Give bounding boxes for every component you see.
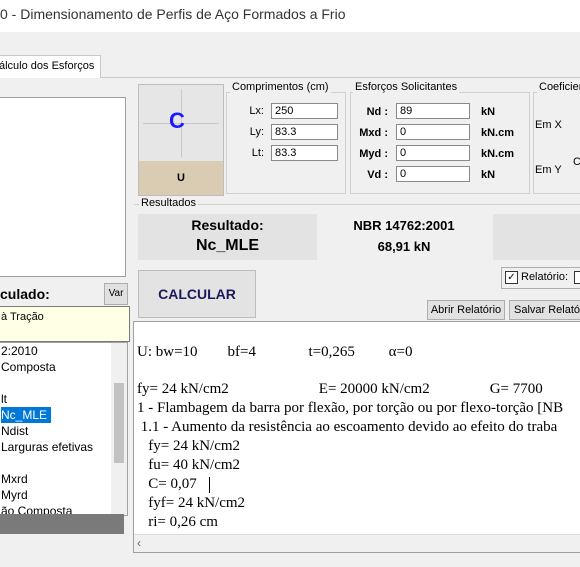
- report-hscrollbar[interactable]: ‹: [134, 534, 580, 552]
- norm-value: 68,91 kN: [377, 239, 431, 254]
- calcular-button[interactable]: CALCULAR: [138, 270, 256, 318]
- mxd-label: Mxd :: [359, 127, 388, 139]
- myd-input[interactable]: [396, 145, 470, 161]
- relatorio-checkbox[interactable]: ✓: [505, 271, 518, 284]
- list-item[interactable]: Larguras efetivas: [1, 439, 93, 455]
- report-line: fu= 40 kN/cm2: [137, 457, 241, 473]
- lengths-title: Comprimentos (cm): [230, 81, 331, 93]
- results-title: Resultados: [139, 197, 199, 209]
- mxd-unit: kN.cm: [481, 127, 515, 139]
- var-button[interactable]: Var: [104, 283, 128, 305]
- lt-label: Lt:: [251, 147, 264, 159]
- list-item[interactable]: 2:2010: [1, 343, 38, 359]
- relatorio-checkbox-2[interactable]: [574, 271, 580, 284]
- report-line: U: bw=10 bf=4 t=0,265 α=0: [137, 344, 413, 360]
- vd-unit: kN: [481, 169, 496, 181]
- report-line: 1 - Flambagem da barra por flexão, por t…: [137, 400, 564, 416]
- result-value: Nc_MLE: [195, 237, 260, 254]
- scroll-left-arrow-icon[interactable]: ‹: [137, 536, 141, 550]
- list-item-selected[interactable]: Nc_MLE: [1, 407, 52, 423]
- ly-input[interactable]: [271, 124, 338, 140]
- report-area[interactable]: U: bw=10 bf=4 t=0,265 α=0 fy= 24 kN/cm2 …: [133, 321, 580, 553]
- nd-input[interactable]: [396, 103, 470, 119]
- mxd-input[interactable]: [396, 124, 470, 140]
- lx-input[interactable]: [271, 103, 338, 119]
- report-line: fy= 24 kN/cm2 E= 20000 kN/cm2 G= 7700: [137, 381, 543, 397]
- nd-unit: kN: [481, 106, 496, 118]
- report-line: fyf= 24 kN/cm2: [137, 495, 246, 511]
- list-item[interactable]: Mxrd: [1, 471, 28, 487]
- coef-em-x: Em X: [535, 119, 562, 131]
- list-item[interactable]: Myrd: [1, 487, 28, 503]
- ly-label: Ly:: [249, 126, 264, 138]
- forces-title: Esforços Solicitantes: [353, 81, 460, 93]
- report-line: ri= 0,26 cm: [137, 514, 218, 530]
- profile-shape-icon: C: [169, 108, 185, 133]
- relatorio-checkbox-group: ✓ Relatório:: [501, 267, 580, 289]
- norm-label: NBR 14762:2001: [353, 218, 455, 233]
- window-title: 0 - Dimensionamento de Perfis de Aço For…: [0, 6, 346, 22]
- abrir-relatorio-button[interactable]: Abrir Relatório: [427, 300, 505, 320]
- left-bottom-bar: [0, 514, 124, 534]
- tracao-label: à Tração: [1, 311, 44, 323]
- profile-type-label: U: [139, 161, 223, 195]
- text-cursor: [209, 477, 210, 493]
- report-line: 1.1 - Aumento da resistência ao escoamen…: [137, 419, 558, 435]
- vd-label: Vd :: [367, 169, 388, 181]
- profile-canvas: C: [139, 85, 223, 161]
- result-label: Resultado:: [191, 217, 264, 233]
- coef-em-y: Em Y: [535, 164, 562, 176]
- list-item[interactable]: Ndist: [1, 423, 28, 439]
- result-box: Resultado: Nc_MLE: [138, 214, 317, 260]
- calc-header-label: culado:: [0, 286, 50, 302]
- list-item[interactable]: lt: [1, 391, 7, 407]
- report-line: fy= 24 kN/cm2: [137, 438, 241, 454]
- relatorio-label: Relatório:: [521, 271, 569, 283]
- list-item[interactable]: Composta: [1, 359, 56, 375]
- left-list[interactable]: 2:2010 Composta lt Nc_MLE Ndist Larguras…: [0, 342, 128, 516]
- lt-input[interactable]: [271, 145, 338, 161]
- extra-result-box: [493, 214, 580, 260]
- list-scrollbar[interactable]: [111, 343, 127, 515]
- profile-preview: C U: [138, 84, 224, 196]
- left-panel-box: [0, 97, 126, 277]
- nd-label: Nd :: [366, 106, 388, 118]
- myd-label: Myd :: [359, 148, 388, 160]
- coef-c: C: [573, 156, 580, 168]
- tracao-box: à Tração: [0, 306, 130, 342]
- myd-unit: kN.cm: [481, 148, 515, 160]
- tab-calculo-esforcos[interactable]: álculo dos Esforços: [0, 55, 102, 78]
- norm-box: NBR 14762:2001 68,91 kN: [318, 214, 490, 260]
- coef-group: [533, 92, 580, 194]
- report-line: C= 0,07: [137, 476, 197, 492]
- vd-input[interactable]: [396, 166, 470, 182]
- list-scrollbar-thumb[interactable]: [114, 383, 124, 463]
- salvar-relatorio-button[interactable]: Salvar Relatóri: [509, 300, 580, 320]
- coef-title: Coeficier: [537, 81, 580, 93]
- lx-label: Lx:: [249, 105, 264, 117]
